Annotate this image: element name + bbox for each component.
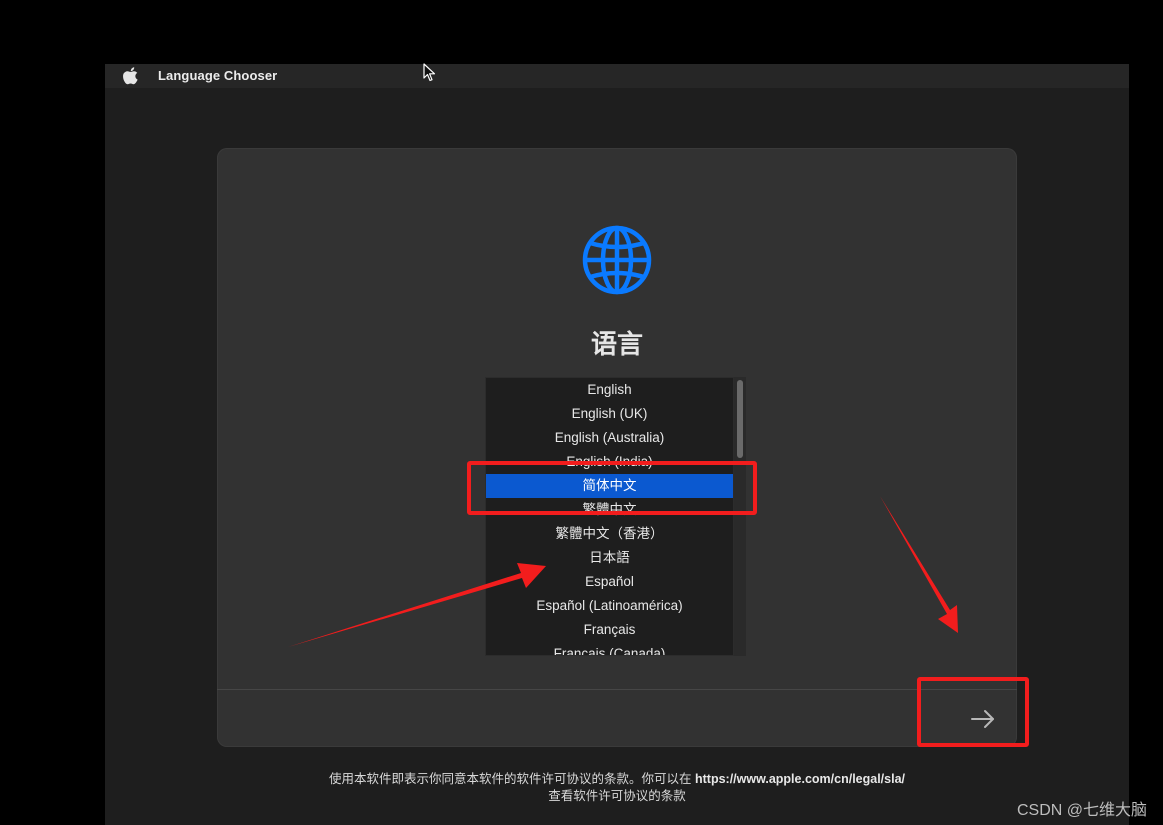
- globe-icon: [582, 225, 652, 295]
- watermark: CSDN @七维大脑: [1016, 802, 1147, 819]
- language-option[interactable]: 繁體中文（香港）: [486, 522, 733, 546]
- continue-button[interactable]: [957, 699, 1007, 739]
- mouse-cursor-icon: [423, 63, 436, 82]
- language-option[interactable]: English: [486, 378, 733, 402]
- license-text-prefix: 使用本软件即表示你同意本软件的软件许可协议的条款。你可以在: [329, 772, 692, 786]
- app-name[interactable]: Language Chooser: [158, 68, 277, 83]
- language-option[interactable]: English (UK): [486, 402, 733, 426]
- language-option[interactable]: 日本語: [486, 546, 733, 570]
- language-option[interactable]: Français: [486, 618, 733, 642]
- license-text-line2: 查看软件许可协议的条款: [548, 789, 686, 803]
- arrow-right-icon: [971, 710, 994, 728]
- language-option[interactable]: English (India): [486, 450, 733, 474]
- language-chooser-panel: 语言 English English (UK) English (Austral…: [217, 148, 1017, 747]
- list-scrollbar[interactable]: [734, 377, 746, 656]
- screen: Language Chooser 语言 English English (UK)…: [0, 0, 1163, 825]
- license-link[interactable]: https://www.apple.com/cn/legal/sla/: [695, 772, 905, 786]
- language-option[interactable]: English (Australia): [486, 426, 733, 450]
- menu-bar: Language Chooser: [105, 63, 1129, 88]
- footer-divider: [217, 689, 1017, 690]
- language-option[interactable]: Français (Canada): [486, 642, 733, 655]
- apple-logo-icon[interactable]: [123, 67, 139, 85]
- language-option[interactable]: Español (Latinoamérica): [486, 594, 733, 618]
- desktop: Language Chooser 语言 English English (UK)…: [105, 63, 1129, 825]
- language-option[interactable]: 繁體中文: [486, 498, 733, 522]
- language-option[interactable]: Español: [486, 570, 733, 594]
- scrollbar-thumb[interactable]: [737, 380, 743, 458]
- language-option-selected[interactable]: 简体中文: [486, 474, 733, 498]
- panel-title: 语言: [590, 329, 643, 359]
- language-list[interactable]: English English (UK) English (Australia)…: [485, 377, 734, 656]
